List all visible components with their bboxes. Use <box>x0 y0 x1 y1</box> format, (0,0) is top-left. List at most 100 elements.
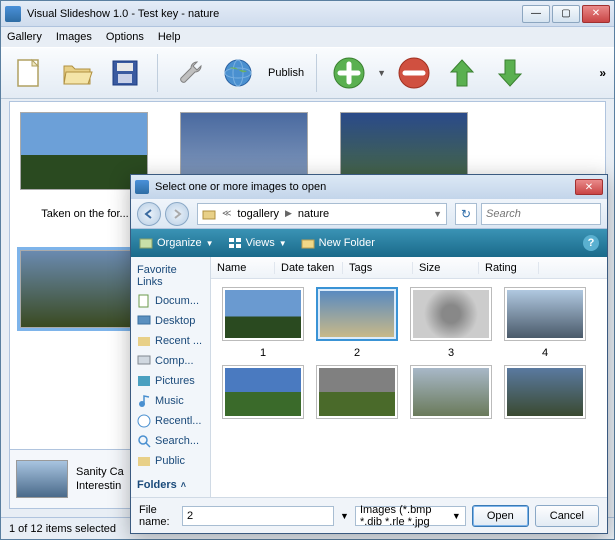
filetype-select[interactable]: Images (*.bmp *.dib *.rle *.jpg ▼ <box>355 506 466 526</box>
column-headers: Name Date taken Tags Size Rating <box>211 257 607 279</box>
new-folder-button[interactable]: New Folder <box>301 236 375 250</box>
arrow-left-icon <box>143 208 155 220</box>
dialog-close-button[interactable]: ✕ <box>575 179 603 195</box>
pictures-icon <box>137 374 151 388</box>
fav-computer[interactable]: Comp... <box>135 351 206 371</box>
breadcrumb-seg[interactable]: togallery <box>237 208 279 220</box>
search-input[interactable] <box>481 203 601 225</box>
breadcrumb-sep: ≪ <box>222 208 231 219</box>
detail-line: Sanity Ca <box>76 465 124 479</box>
file-item-selected[interactable]: 2 <box>313 287 401 359</box>
favorites-header: Favorite Links <box>135 261 206 291</box>
cancel-button[interactable]: Cancel <box>535 505 599 527</box>
nav-back-button[interactable] <box>137 202 161 226</box>
detail-text: Sanity Ca Interestin <box>76 465 124 494</box>
file-grid: 1 2 3 4 <box>211 279 607 497</box>
app-icon <box>5 6 21 22</box>
filename-dropdown[interactable]: ▼ <box>340 511 349 521</box>
separator <box>316 54 317 92</box>
file-open-dialog: Select one or more images to open ✕ ≪ to… <box>130 174 608 534</box>
fav-recently[interactable]: Recentl... <box>135 411 206 431</box>
clock-icon <box>137 414 151 428</box>
move-up-button[interactable] <box>442 53 482 93</box>
file-item[interactable] <box>219 365 307 419</box>
views-icon <box>228 236 242 250</box>
add-button[interactable] <box>329 53 369 93</box>
file-item[interactable]: 4 <box>501 287 589 359</box>
folder-icon <box>202 207 216 221</box>
organize-icon <box>139 236 153 250</box>
fav-music[interactable]: Music <box>135 391 206 411</box>
close-button[interactable]: ✕ <box>582 5 610 23</box>
dialog-toolbar: Organize ▼ Views ▼ New Folder ? <box>131 229 607 257</box>
fav-desktop[interactable]: Desktop <box>135 311 206 331</box>
detail-thumb <box>16 460 68 498</box>
views-button[interactable]: Views ▼ <box>228 236 287 250</box>
col-tags[interactable]: Tags <box>343 262 413 274</box>
refresh-button[interactable]: ↻ <box>455 203 477 225</box>
file-item[interactable]: 3 <box>407 287 495 359</box>
filename-label: File name: <box>139 504 176 528</box>
menu-gallery[interactable]: Gallery <box>7 31 42 43</box>
open-button[interactable]: Open <box>472 505 529 527</box>
recent-icon <box>137 334 151 348</box>
fav-pictures[interactable]: Pictures <box>135 371 206 391</box>
maximize-button[interactable]: ▢ <box>552 5 580 23</box>
breadcrumb[interactable]: ≪ togallery ▶ nature ▼ <box>197 203 447 225</box>
computer-icon <box>137 354 151 368</box>
dialog-body: Favorite Links Docum... Desktop Recent .… <box>131 257 607 497</box>
col-name[interactable]: Name <box>211 262 275 274</box>
plus-icon <box>331 55 367 91</box>
col-date[interactable]: Date taken <box>275 262 343 274</box>
menubar: Gallery Images Options Help <box>1 27 614 47</box>
file-item[interactable] <box>407 365 495 419</box>
remove-button[interactable] <box>394 53 434 93</box>
fav-recent-places[interactable]: Recent ... <box>135 331 206 351</box>
floppy-icon <box>108 56 142 90</box>
window-title: Visual Slideshow 1.0 - Test key - nature <box>27 8 522 20</box>
nav-forward-button[interactable] <box>165 202 189 226</box>
fav-documents[interactable]: Docum... <box>135 291 206 311</box>
toolbar-more[interactable]: » <box>599 66 606 80</box>
minimize-button[interactable]: — <box>522 5 550 23</box>
globe-icon <box>221 56 255 90</box>
folder-icon <box>60 56 94 90</box>
settings-button[interactable] <box>170 53 210 93</box>
page-icon <box>12 56 46 90</box>
file-item[interactable] <box>501 365 589 419</box>
menu-help[interactable]: Help <box>158 31 181 43</box>
dialog-footer: File name: ▼ Images (*.bmp *.dib *.rle *… <box>131 497 607 533</box>
open-folder-button[interactable] <box>57 53 97 93</box>
titlebar: Visual Slideshow 1.0 - Test key - nature… <box>1 1 614 27</box>
chevron-right-icon: ▶ <box>285 208 292 219</box>
breadcrumb-seg[interactable]: nature <box>298 208 329 220</box>
folder-icon <box>301 236 315 250</box>
dialog-navbar: ≪ togallery ▶ nature ▼ ↻ <box>131 199 607 229</box>
file-item[interactable] <box>313 365 401 419</box>
fav-public[interactable]: Public <box>135 451 206 471</box>
arrow-down-icon <box>495 56 525 90</box>
col-size[interactable]: Size <box>413 262 479 274</box>
status-text: 1 of 12 items selected <box>9 523 116 535</box>
publish-label: Publish <box>268 67 304 79</box>
organize-button[interactable]: Organize ▼ <box>139 236 214 250</box>
help-button[interactable]: ? <box>583 235 599 251</box>
new-page-button[interactable] <box>9 53 49 93</box>
add-dropdown[interactable]: ▼ <box>377 68 386 78</box>
file-item[interactable]: 1 <box>219 287 307 359</box>
separator <box>157 54 158 92</box>
filename-input[interactable] <box>182 506 334 526</box>
col-rating[interactable]: Rating <box>479 262 539 274</box>
folder-icon <box>137 454 151 468</box>
favorites-panel: Favorite Links Docum... Desktop Recent .… <box>131 257 211 497</box>
folders-toggle[interactable]: Folders˄ <box>135 475 206 495</box>
chevron-down-icon[interactable]: ▼ <box>433 209 442 219</box>
save-button[interactable] <box>105 53 145 93</box>
file-panel: Name Date taken Tags Size Rating 1 2 3 4 <box>211 257 607 497</box>
menu-images[interactable]: Images <box>56 31 92 43</box>
fav-searches[interactable]: Search... <box>135 431 206 451</box>
publish-button[interactable] <box>218 53 258 93</box>
move-down-button[interactable] <box>490 53 530 93</box>
menu-options[interactable]: Options <box>106 31 144 43</box>
window-buttons: — ▢ ✕ <box>522 5 610 23</box>
